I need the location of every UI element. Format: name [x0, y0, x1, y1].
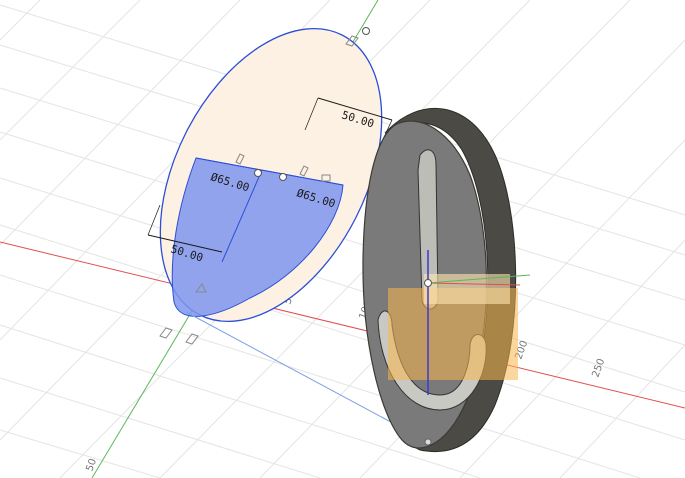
viewport[interactable]: 50 100 150 200 250 50 50.00 Ø65.00 Ø65.0… — [0, 0, 685, 478]
viewport-canvas[interactable]: 50 100 150 200 250 50 50.00 Ø65.00 Ø65.0… — [0, 0, 685, 478]
sketch-point[interactable] — [254, 169, 262, 177]
axis-tick-label: 250 — [590, 357, 607, 379]
axis-tick-label: 50 — [84, 457, 99, 473]
highlight-plane[interactable] — [424, 274, 510, 304]
sketch-point[interactable] — [279, 173, 287, 181]
x-axis — [0, 241, 685, 409]
body-vertex[interactable] — [424, 438, 432, 446]
selected-region[interactable] — [171, 157, 344, 317]
origin-point[interactable] — [424, 279, 432, 287]
sketch-point[interactable] — [362, 27, 370, 35]
